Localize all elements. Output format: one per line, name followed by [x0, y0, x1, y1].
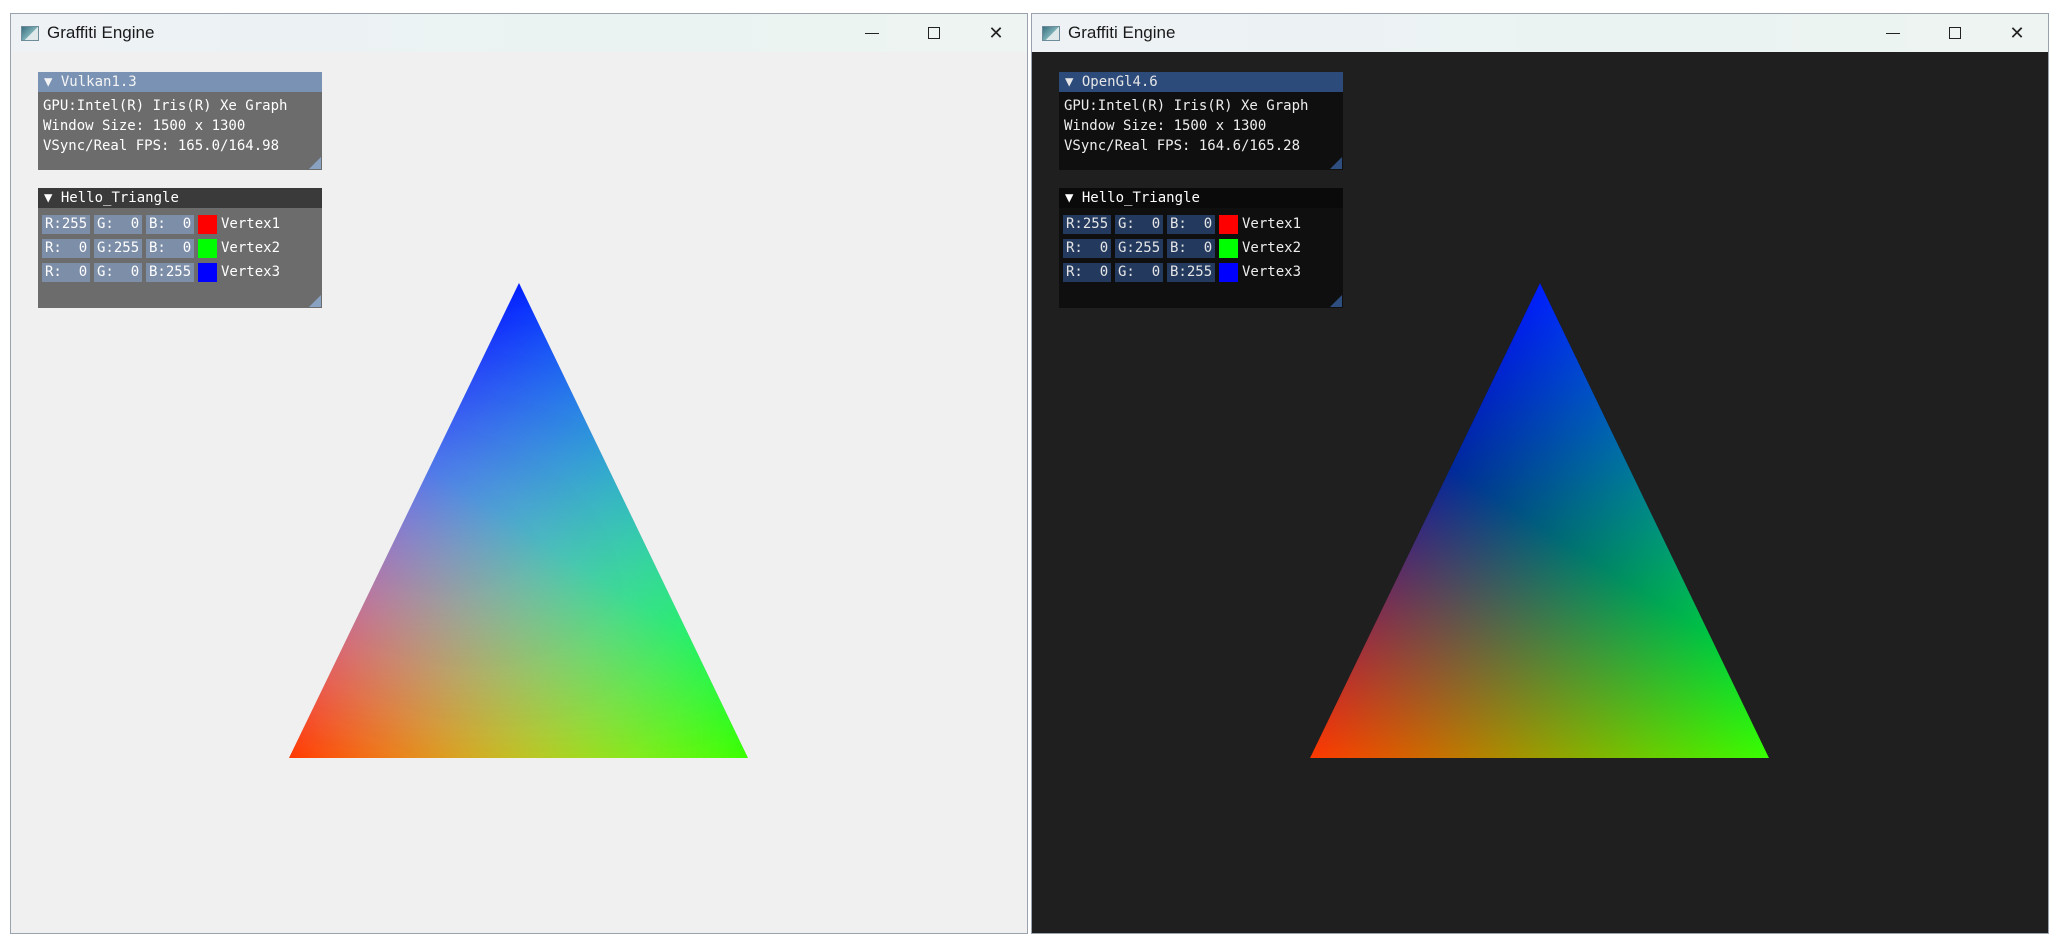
vertex-label: Vertex3	[1242, 264, 1302, 280]
color-swatch[interactable]	[198, 262, 217, 282]
green-input[interactable]: G: 0	[1115, 262, 1163, 282]
green-input[interactable]: G:255	[1115, 238, 1163, 258]
panel-header[interactable]: ▼ Vulkan1.3	[38, 72, 322, 92]
renderer-name: OpenGl4.6	[1081, 74, 1158, 90]
color-swatch[interactable]	[1219, 214, 1238, 234]
vertex-label: Vertex1	[1242, 216, 1302, 232]
panel-header[interactable]: ▼ OpenGl4.6	[1059, 72, 1343, 92]
blue-input[interactable]: B:255	[1167, 262, 1215, 282]
vertex-label: Vertex1	[221, 216, 281, 232]
red-input[interactable]: R:255	[1063, 214, 1111, 234]
color-swatch[interactable]	[198, 238, 217, 258]
red-input[interactable]: R: 0	[42, 262, 90, 282]
panel-header[interactable]: ▼ Hello_Triangle	[38, 188, 322, 208]
renderer-info-panel[interactable]: ▼ OpenGl4.6 GPU:Intel(R) Iris(R) Xe Grap…	[1059, 72, 1343, 170]
vertex-row: R:255 G: 0 B: 0 Vertex1	[1059, 212, 1343, 236]
red-input[interactable]: R: 0	[1063, 262, 1111, 282]
resize-grip[interactable]	[1330, 157, 1342, 169]
blue-input[interactable]: B: 0	[1167, 238, 1215, 258]
blue-input[interactable]: B: 0	[146, 238, 194, 258]
opengl-window: Graffiti Engine ✕ ▼ OpenGl4.6 GPU:Intel(…	[1031, 13, 2049, 934]
resize-grip[interactable]	[1330, 295, 1342, 307]
red-input[interactable]: R: 0	[42, 238, 90, 258]
blue-input[interactable]: B: 0	[146, 214, 194, 234]
collapse-triangle-icon: ▼	[44, 190, 53, 206]
red-input[interactable]: R:255	[42, 214, 90, 234]
panel-title: Hello_Triangle	[1081, 190, 1200, 206]
fps-info: VSync/Real FPS: 164.6/165.28	[1064, 138, 1301, 154]
triangle-blue-component	[1310, 283, 1769, 758]
window-size-info: Window Size: 1500 x 1300	[43, 118, 246, 134]
color-swatch[interactable]	[1219, 262, 1238, 282]
panel-title: Hello_Triangle	[60, 190, 179, 206]
fps-info: VSync/Real FPS: 165.0/164.98	[43, 138, 280, 154]
green-input[interactable]: G: 0	[1115, 214, 1163, 234]
renderer-name: Vulkan1.3	[60, 74, 137, 90]
triangle-blue-component	[289, 283, 748, 758]
vertex-label: Vertex2	[1242, 240, 1302, 256]
blue-input[interactable]: B: 0	[1167, 214, 1215, 234]
collapse-triangle-icon: ▼	[1065, 190, 1074, 206]
resize-grip[interactable]	[309, 295, 321, 307]
vulkan-window: Graffiti Engine ✕ ▼ Vulkan1.3 GPU:Intel(…	[10, 13, 1028, 934]
vertex-row: R:255 G: 0 B: 0 Vertex1	[38, 212, 322, 236]
hello-triangle-panel[interactable]: ▼ Hello_Triangle R:255 G: 0 B: 0 Vertex1…	[38, 188, 322, 308]
window-size-info: Window Size: 1500 x 1300	[1064, 118, 1267, 134]
green-input[interactable]: G: 0	[94, 214, 142, 234]
vertex-row: R: 0 G: 0 B:255 Vertex3	[38, 260, 322, 284]
panel-header[interactable]: ▼ Hello_Triangle	[1059, 188, 1343, 208]
vertex-row: R: 0 G:255 B: 0 Vertex2	[1059, 236, 1343, 260]
green-input[interactable]: G:255	[94, 238, 142, 258]
vertex-label: Vertex3	[221, 264, 281, 280]
hello-triangle-panel[interactable]: ▼ Hello_Triangle R:255 G: 0 B: 0 Vertex1…	[1059, 188, 1343, 308]
collapse-triangle-icon: ▼	[44, 74, 53, 90]
vertex-label: Vertex2	[221, 240, 281, 256]
renderer-info-panel[interactable]: ▼ Vulkan1.3 GPU:Intel(R) Iris(R) Xe Grap…	[38, 72, 322, 170]
color-swatch[interactable]	[198, 214, 217, 234]
gpu-info: GPU:Intel(R) Iris(R) Xe Graph	[1064, 98, 1309, 114]
green-input[interactable]: G: 0	[94, 262, 142, 282]
blue-input[interactable]: B:255	[146, 262, 194, 282]
red-input[interactable]: R: 0	[1063, 238, 1111, 258]
gpu-info: GPU:Intel(R) Iris(R) Xe Graph	[43, 98, 288, 114]
vertex-row: R: 0 G:255 B: 0 Vertex2	[38, 236, 322, 260]
vertex-row: R: 0 G: 0 B:255 Vertex3	[1059, 260, 1343, 284]
color-swatch[interactable]	[1219, 238, 1238, 258]
collapse-triangle-icon: ▼	[1065, 74, 1074, 90]
resize-grip[interactable]	[309, 157, 321, 169]
